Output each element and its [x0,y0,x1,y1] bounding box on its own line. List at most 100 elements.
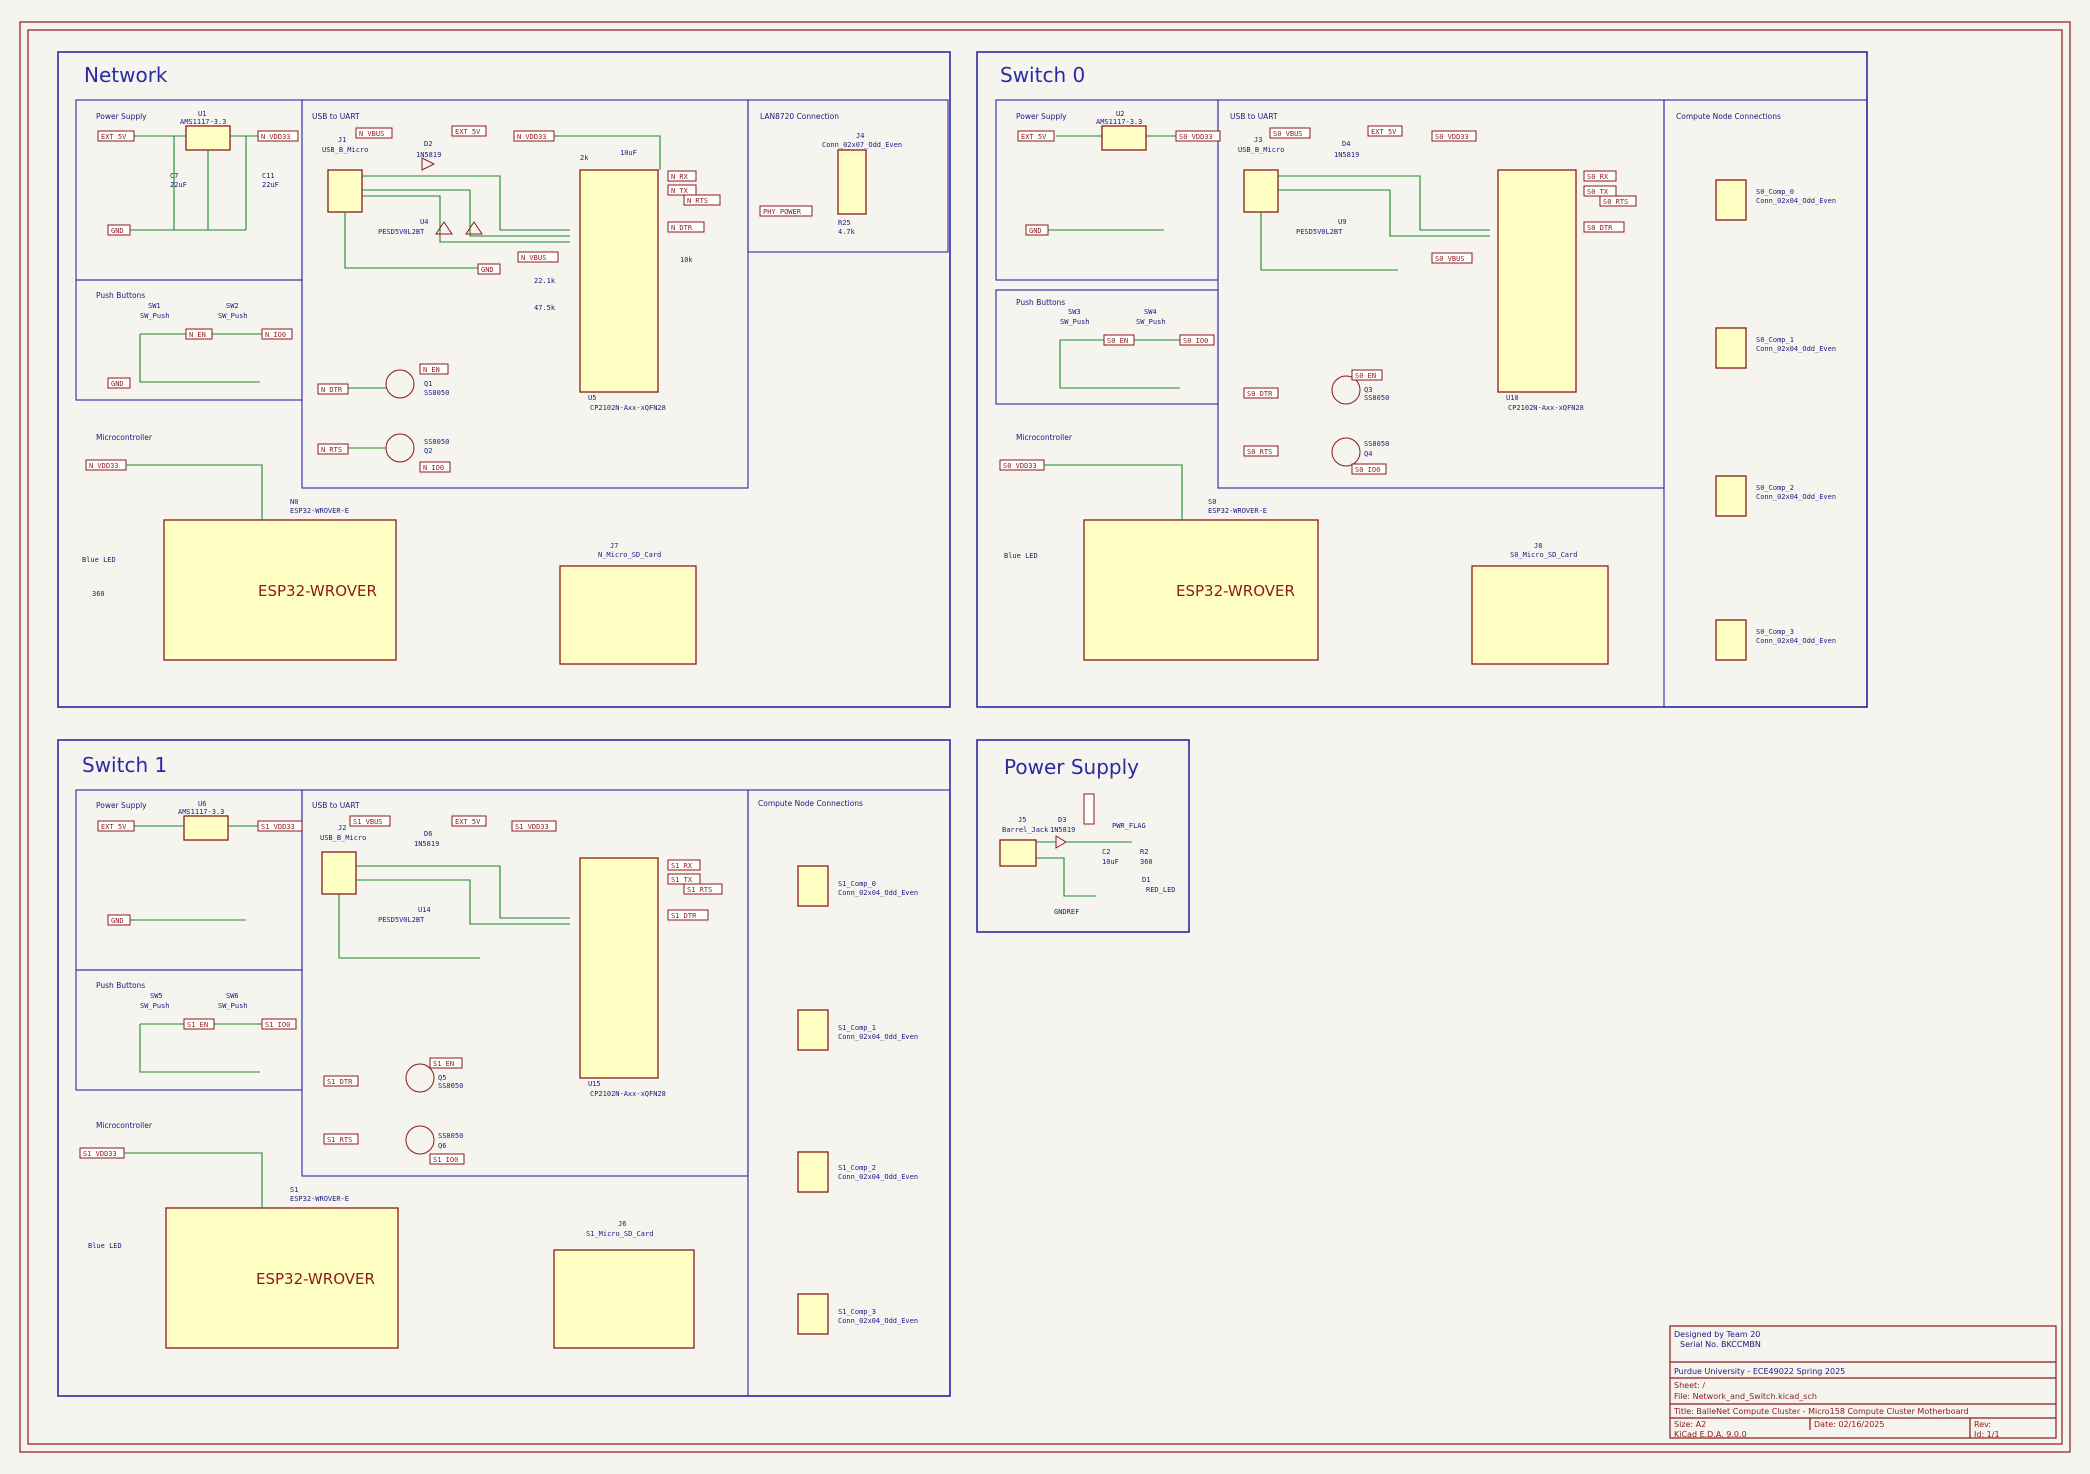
svg-text:N_VDD33: N_VDD33 [261,133,291,141]
svg-text:Conn_02x07_Odd_Even: Conn_02x07_Odd_Even [822,141,902,149]
n-cp2102n [579,169,659,393]
svg-text:Conn_02x04_Odd_Even: Conn_02x04_Odd_Even [1756,637,1836,645]
barrel-jack [999,839,1037,867]
n-mcu-title: Microcontroller [96,433,153,442]
svg-text:S0_VDD33: S0_VDD33 [1003,462,1037,470]
svg-text:EXT_5V: EXT_5V [1371,128,1397,136]
svg-text:N_TX: N_TX [671,187,689,195]
svg-text:S1_Micro_SD_Card: S1_Micro_SD_Card [586,1230,653,1238]
svg-text:SS8050: SS8050 [1364,394,1389,402]
svg-text:N_RTS: N_RTS [321,446,342,454]
n-esp32-label: ESP32-WROVER [258,582,377,600]
svg-text:Microcontroller: Microcontroller [1016,433,1073,442]
svg-text:C7: C7 [170,172,178,180]
svg-text:SS8050: SS8050 [424,389,449,397]
tb-serial: Serial No. BKCCMBN [1680,1340,1761,1349]
svg-text:S0_Comp_2: S0_Comp_2 [1756,484,1794,492]
svg-text:S0_Comp_0: S0_Comp_0 [1756,188,1794,196]
svg-text:Microcontroller: Microcontroller [96,1121,153,1130]
svg-text:S1_IO0: S1_IO0 [433,1156,458,1164]
svg-text:N_RTS: N_RTS [687,197,708,205]
svg-text:N0: N0 [290,498,298,506]
svg-text:GND: GND [481,266,494,274]
svg-text:GND: GND [1029,227,1042,235]
svg-text:Compute Node Connections: Compute Node Connections [758,799,863,808]
tb-org: Purdue University - ECE49022 Spring 2025 [1674,1367,1845,1376]
svg-text:C11: C11 [262,172,275,180]
schematic-sheet: Network Power Supply USB to UART LAN8720… [19,21,2071,1453]
svg-text:J6: J6 [618,1220,626,1228]
network-block: Network Power Supply USB to UART LAN8720… [57,51,951,708]
svg-text:D4: D4 [1342,140,1350,148]
svg-text:N_DTR: N_DTR [671,224,693,232]
svg-text:ESP32-WROVER-E: ESP32-WROVER-E [290,507,349,515]
svg-text:N_DTR: N_DTR [321,386,343,394]
n-q1 [385,369,415,399]
svg-text:S1_TX: S1_TX [671,876,693,884]
svg-text:Conn_02x04_Odd_Even: Conn_02x04_Odd_Even [1756,197,1836,205]
switch0-block: Switch 0 Power Supply USB to UART Comput… [976,51,1868,708]
s1-esp32-label: ESP32-WROVER [256,1270,375,1288]
tb-id: Id: 1/1 [1974,1430,2000,1439]
svg-text:S1_RTS: S1_RTS [327,1136,352,1144]
svg-text:S0_DTR: S0_DTR [1587,224,1613,232]
svg-text:USB_B_Micro: USB_B_Micro [1238,146,1284,154]
svg-text:S0_TX: S0_TX [1587,188,1609,196]
power-title: Power Supply [1004,755,1139,779]
svg-text:S1_VDD33: S1_VDD33 [261,823,295,831]
svg-text:Push Buttons: Push Buttons [96,981,145,990]
svg-text:ESP32-WROVER-E: ESP32-WROVER-E [1208,507,1267,515]
tb-title: Title: BalleNet Compute Cluster - Micro1… [1673,1407,1969,1416]
svg-text:PESD5V0L2BT: PESD5V0L2BT [378,228,425,236]
n-usb-title: USB to UART [312,112,360,121]
svg-text:J3: J3 [1254,136,1262,144]
svg-text:S1_IO0: S1_IO0 [265,1021,290,1029]
svg-text:R2: R2 [1140,848,1148,856]
network-title: Network [84,63,168,87]
svg-text:22uF: 22uF [170,181,187,189]
svg-text:Q3: Q3 [1364,386,1372,394]
svg-text:Conn_02x04_Odd_Even: Conn_02x04_Odd_Even [838,1317,918,1325]
svg-text:47.5k: 47.5k [534,304,556,312]
svg-text:USB to UART: USB to UART [1230,112,1278,121]
svg-text:S1: S1 [290,1186,298,1194]
svg-text:Q5: Q5 [438,1074,446,1082]
svg-text:GND: GND [111,227,124,235]
svg-text:SW_Push: SW_Push [218,312,248,320]
svg-text:PHY_POWER: PHY_POWER [763,208,802,216]
svg-text:N_VDD33: N_VDD33 [89,462,119,470]
svg-text:Power Supply: Power Supply [96,801,147,810]
svg-text:S0_VDD33: S0_VDD33 [1435,133,1469,141]
svg-text:N_EN: N_EN [189,331,206,339]
svg-text:CP2102N-Axx-xQFN28: CP2102N-Axx-xQFN28 [590,1090,666,1098]
n-usb-sub [301,99,749,489]
svg-text:Conn_02x04_Odd_Even: Conn_02x04_Odd_Even [838,1033,918,1041]
svg-text:Blue LED: Blue LED [88,1242,122,1250]
svg-text:AMS1117-3.3: AMS1117-3.3 [178,808,224,816]
svg-text:U5: U5 [588,394,596,402]
svg-text:Conn_02x04_Odd_Even: Conn_02x04_Odd_Even [1756,345,1836,353]
n-ams1117 [185,125,231,151]
svg-text:Q4: Q4 [1364,450,1372,458]
switch1-title: Switch 1 [82,753,167,777]
svg-text:SW1: SW1 [148,302,161,310]
tb-rev: Rev: [1974,1420,1991,1429]
n-sd-card [559,565,697,665]
svg-text:D3: D3 [1058,816,1066,824]
svg-text:S1_VDD33: S1_VDD33 [515,823,549,831]
svg-text:S1_VBUS: S1_VBUS [353,818,383,826]
svg-text:N_RX: N_RX [671,173,689,181]
svg-text:S1_Comp_3: S1_Comp_3 [838,1308,876,1316]
n-lan-title: LAN8720 Connection [760,112,839,121]
svg-text:U14: U14 [418,906,431,914]
svg-text:Conn_02x04_Odd_Even: Conn_02x04_Odd_Even [1756,493,1836,501]
svg-text:Q1: Q1 [424,380,432,388]
svg-text:S0_EN: S0_EN [1107,337,1128,345]
svg-text:S0_RTS: S0_RTS [1247,448,1272,456]
svg-text:ESP32-WROVER-E: ESP32-WROVER-E [290,1195,349,1203]
svg-text:S0_DTR: S0_DTR [1247,390,1273,398]
n-power-title: Power Supply [96,112,147,121]
svg-text:S0: S0 [1208,498,1216,506]
svg-text:S0_IO0: S0_IO0 [1183,337,1208,345]
svg-text:USB_B_Micro: USB_B_Micro [320,834,366,842]
